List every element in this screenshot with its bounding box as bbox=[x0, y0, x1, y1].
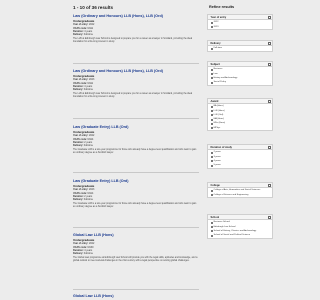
result-description: The Graduate LLB is a two-year programme… bbox=[73, 149, 197, 155]
facet-toggle-icon[interactable] bbox=[267, 216, 271, 220]
checkbox[interactable] bbox=[210, 193, 213, 196]
result-divider bbox=[73, 172, 199, 173]
filter-option[interactable]: College of Science and Engineering bbox=[208, 193, 272, 197]
result-title-link[interactable]: Law (Graduate Entry) LLB (Ord) bbox=[73, 125, 199, 129]
result-meta-row: Delivery: Full-time bbox=[73, 252, 93, 255]
result-divider bbox=[73, 63, 199, 64]
result-meta-row: Delivery: Full-time bbox=[73, 198, 93, 201]
filter-option[interactable]: 2023 bbox=[208, 25, 272, 29]
result-card: Global Law LLB (Hons) Undergraduate Year… bbox=[73, 233, 199, 263]
result-description: The Graduate LLB is a two-year programme… bbox=[73, 203, 197, 209]
filter-option[interactable]: MPhys bbox=[208, 126, 272, 130]
checkbox[interactable] bbox=[210, 160, 213, 163]
filter-option[interactable]: Full-time bbox=[208, 46, 272, 50]
facet-duration-of-study: Duration of study 2 years 3 years 4 year… bbox=[207, 144, 273, 169]
checkbox[interactable] bbox=[210, 109, 213, 112]
facet-toggle-icon[interactable] bbox=[267, 184, 271, 188]
facet-award: Award BA (Hons) LLB (Hons) LLB (Ord) MA … bbox=[207, 98, 273, 132]
result-title-link[interactable]: Global Law LLB (Hons) bbox=[73, 294, 199, 298]
checkbox[interactable] bbox=[210, 68, 213, 71]
result-meta-row: Delivery: Full-time bbox=[73, 33, 93, 36]
checkbox[interactable] bbox=[210, 127, 213, 130]
checkbox[interactable] bbox=[210, 118, 213, 121]
refine-sidebar: Refine results Year of entry 2022 2023 D… bbox=[207, 0, 273, 300]
checkbox[interactable] bbox=[210, 225, 213, 228]
result-title-link[interactable]: Law (Ordinary and Honours) LLB (Hons), L… bbox=[73, 69, 199, 73]
result-title-link[interactable]: Global Law LLB (Hons) bbox=[73, 233, 199, 237]
result-divider bbox=[73, 118, 199, 119]
checkbox[interactable] bbox=[210, 155, 213, 158]
result-description: The LLB at Edinburgh Law School is desig… bbox=[73, 38, 193, 44]
checkbox[interactable] bbox=[210, 72, 213, 75]
result-card: Global Law LLB (Hons) bbox=[73, 294, 199, 298]
checkbox[interactable] bbox=[210, 77, 213, 80]
refine-title: Refine results bbox=[209, 5, 235, 9]
result-divider bbox=[73, 227, 199, 228]
facet-year-of-entry: Year of entry 2022 2023 bbox=[207, 14, 273, 30]
checkbox[interactable] bbox=[210, 234, 213, 237]
facet-subject: Subject Business Law History and Archaeo… bbox=[207, 61, 273, 86]
checkbox[interactable] bbox=[210, 21, 213, 24]
filter-option[interactable]: School of Social and Political Science bbox=[208, 233, 272, 237]
checkbox[interactable] bbox=[210, 221, 213, 224]
result-title-link[interactable]: Law (Graduate Entry) LLB (Ord) bbox=[73, 179, 199, 183]
result-meta-row: Delivery: Full-time bbox=[73, 144, 93, 147]
filter-option[interactable]: 5 years bbox=[208, 163, 272, 167]
result-card: Law (Graduate Entry) LLB (Ord) Undergrad… bbox=[73, 179, 199, 209]
filter-option[interactable]: Social Policy bbox=[208, 80, 272, 84]
checkbox[interactable] bbox=[210, 25, 213, 28]
result-card: Law (Ordinary and Honours) LLB (Hons), L… bbox=[73, 14, 199, 44]
facet-toggle-icon[interactable] bbox=[267, 42, 271, 46]
result-title-link[interactable]: Law (Ordinary and Honours) LLB (Hons), L… bbox=[73, 14, 199, 18]
facet-school: School Business School Edinburgh Law Sch… bbox=[207, 214, 273, 239]
result-card: Law (Ordinary and Honours) LLB (Hons), L… bbox=[73, 69, 199, 99]
checkbox[interactable] bbox=[210, 81, 213, 84]
results-count: 1 - 10 of 36 results bbox=[73, 5, 114, 10]
facet-toggle-icon[interactable] bbox=[267, 100, 271, 104]
checkbox[interactable] bbox=[210, 164, 213, 167]
facet-delivery: Delivery Full-time bbox=[207, 40, 273, 52]
facet-toggle-icon[interactable] bbox=[267, 63, 271, 67]
checkbox[interactable] bbox=[210, 105, 213, 108]
checkbox[interactable] bbox=[210, 189, 213, 192]
checkbox[interactable] bbox=[210, 122, 213, 125]
checkbox[interactable] bbox=[210, 230, 213, 233]
result-card: Law (Graduate Entry) LLB (Ord) Undergrad… bbox=[73, 125, 199, 155]
result-description: The LLB at Edinburgh Law School is desig… bbox=[73, 93, 193, 99]
result-meta-row: Delivery: Full-time bbox=[73, 88, 93, 91]
search-results-page: 1 - 10 of 36 results Law (Ordinary and H… bbox=[0, 0, 278, 300]
results-column: 1 - 10 of 36 results Law (Ordinary and H… bbox=[63, 0, 199, 300]
facet-college: College College of Arts, Humanities and … bbox=[207, 182, 273, 198]
checkbox[interactable] bbox=[210, 114, 213, 117]
checkbox[interactable] bbox=[210, 47, 213, 50]
facet-toggle-icon[interactable] bbox=[267, 146, 271, 150]
result-divider bbox=[73, 289, 199, 290]
facet-toggle-icon[interactable] bbox=[267, 16, 271, 20]
result-description: The Global Law programme at Edinburgh La… bbox=[73, 257, 198, 263]
checkbox[interactable] bbox=[210, 151, 213, 154]
